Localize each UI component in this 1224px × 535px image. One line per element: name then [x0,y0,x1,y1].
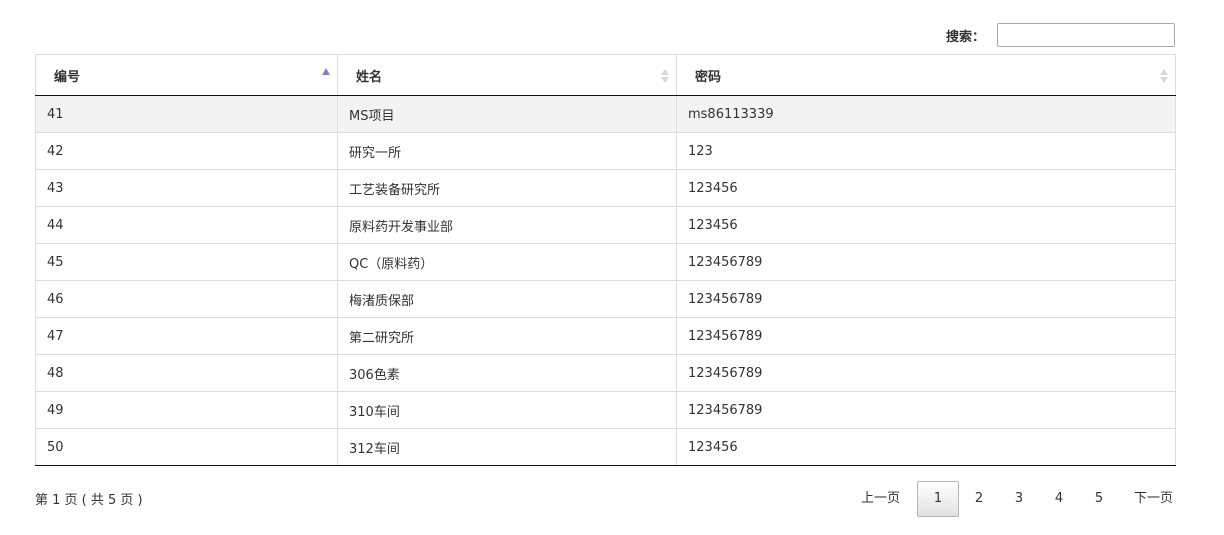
cell-number: 49 [35,391,338,429]
cell-password: ms86113339 [676,95,1176,133]
table-row[interactable]: 44 原料药开发事业部 123456 [35,206,1176,244]
cell-name: 第二研究所 [337,317,677,355]
cell-name: 梅渚质保部 [337,280,677,318]
cell-password: 123456789 [676,391,1176,429]
column-header-number[interactable]: 编号 [35,54,338,96]
cell-number: 50 [35,428,338,466]
page-button-5[interactable]: 5 [1079,481,1119,517]
table-row[interactable]: 43 工艺装备研究所 123456 [35,169,1176,207]
cell-name: MS项目 [337,95,677,133]
cell-password: 123456 [676,206,1176,244]
pagination-info: 第 1 页 ( 共 5 页 ) [35,493,143,508]
previous-page-button[interactable]: 上一页 [860,481,917,517]
cell-name: 工艺装备研究所 [337,169,677,207]
cell-name: 研究一所 [337,132,677,170]
cell-password: 123456789 [676,243,1176,281]
cell-password: 123456 [676,169,1176,207]
cell-number: 42 [35,132,338,170]
cell-password: 123456789 [676,317,1176,355]
page: 搜索： 编号 姓名 密码 41 MS项目 ms86113339 42 研究一所 … [0,0,1224,535]
cell-number: 48 [35,354,338,392]
column-header-name[interactable]: 姓名 [337,54,677,96]
search-bar: 搜索： [946,23,1175,47]
table-header-row: 编号 姓名 密码 [35,54,1176,96]
cell-password: 123456789 [676,280,1176,318]
sort-both-icon [1159,69,1169,85]
cell-number: 44 [35,206,338,244]
cell-number: 47 [35,317,338,355]
cell-number: 41 [35,95,338,133]
cell-name: QC（原料药） [337,243,677,281]
search-label: 搜索： [945,29,985,45]
cell-number: 43 [35,169,338,207]
cell-name: 306色素 [337,354,677,392]
page-button-3[interactable]: 3 [999,481,1039,517]
table-row[interactable]: 45 QC（原料药） 123456789 [35,243,1176,281]
table-row[interactable]: 42 研究一所 123 [35,132,1176,170]
sort-both-icon [660,69,670,85]
cell-password: 123 [676,132,1176,170]
column-header-label: 密码 [695,69,722,85]
page-button-1[interactable]: 1 [916,481,959,517]
column-header-password[interactable]: 密码 [676,54,1176,96]
cell-name: 310车间 [337,391,677,429]
column-header-label: 编号 [54,69,81,85]
cell-password: 123456 [676,428,1176,466]
sort-ascending-icon [322,68,330,75]
cell-name: 312车间 [337,428,677,466]
cell-password: 123456789 [676,354,1176,392]
table-row[interactable]: 48 306色素 123456789 [35,354,1176,392]
table-row[interactable]: 46 梅渚质保部 123456789 [35,280,1176,318]
data-table: 编号 姓名 密码 41 MS项目 ms86113339 42 研究一所 123 … [35,54,1176,466]
table-row[interactable]: 50 312车间 123456 [35,428,1176,466]
search-input[interactable] [997,23,1175,47]
cell-number: 45 [35,243,338,281]
page-button-2[interactable]: 2 [959,481,999,517]
next-page-button[interactable]: 下一页 [1119,481,1174,517]
column-header-label: 姓名 [356,69,383,85]
table-row[interactable]: 47 第二研究所 123456789 [35,317,1176,355]
page-button-4[interactable]: 4 [1039,481,1079,517]
pagination: 上一页 1 2 3 4 5 下一页 [860,481,1174,517]
cell-name: 原料药开发事业部 [337,206,677,244]
table-row[interactable]: 49 310车间 123456789 [35,391,1176,429]
table-row[interactable]: 41 MS项目 ms86113339 [35,95,1176,133]
cell-number: 46 [35,280,338,318]
